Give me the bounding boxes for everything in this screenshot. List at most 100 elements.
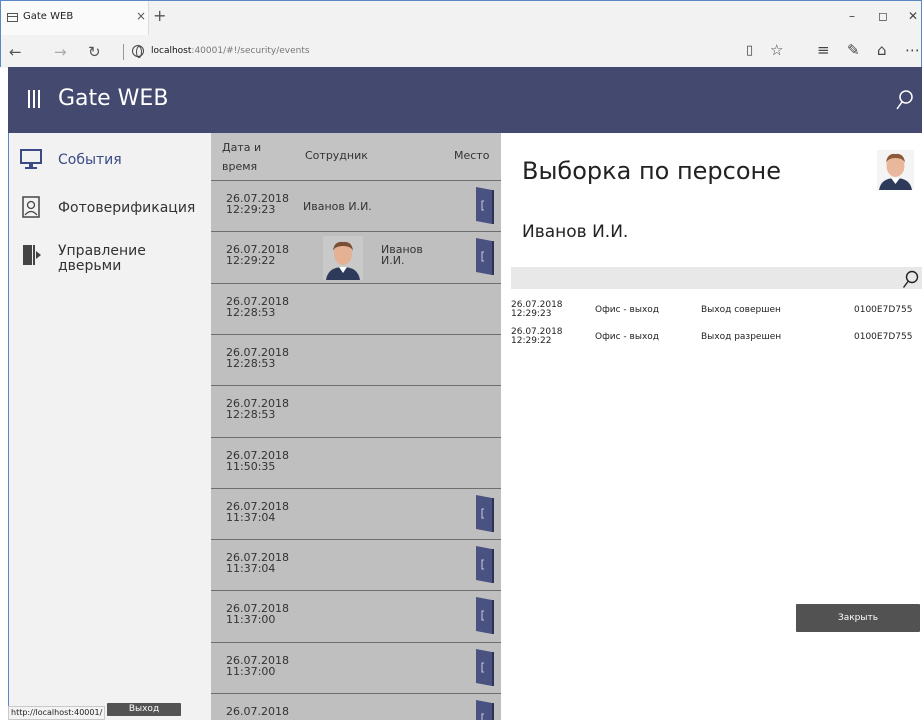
event-place: Офис - выход: [595, 305, 660, 315]
event-time: 11:37:00: [226, 664, 276, 678]
event-datetime: 26.07.2018 11:37:00: [226, 655, 306, 677]
event-status: Выход разрешен: [701, 332, 782, 342]
column-header-employee[interactable]: Сотрудник: [305, 149, 368, 162]
table-row[interactable]: 26.07.2018 12:29:22 Офис - выход Выход разр…: [511, 328, 922, 352]
tab-close-icon[interactable]: ×: [136, 9, 146, 23]
event-time: 11:37:00: [226, 613, 276, 627]
sidebar-item-label: События: [58, 152, 122, 168]
web-note-icon[interactable]: ✎: [847, 41, 860, 59]
event-datetime: 26.07.2018 11:37:04: [226, 552, 306, 574]
close-window-icon[interactable]: ✕: [908, 9, 918, 23]
person-name: Иванов И.И.: [522, 222, 629, 242]
door-icon: [476, 648, 494, 686]
app-title: Gate WEB: [58, 86, 169, 111]
url-path: :40001/#!/security/events: [191, 46, 310, 56]
event-datetime: 26.07.2018 12:28:53: [226, 296, 306, 318]
door-control-icon: [23, 245, 41, 265]
event-time: 12:29:22: [511, 336, 552, 346]
table-row[interactable]: 26.07.2018 11:50:35: [211, 436, 501, 489]
tab-title: Gate WEB: [23, 11, 74, 22]
event-datetime: 26.07.2018 12:29:22: [511, 328, 571, 346]
event-date: 26.07.2018: [226, 294, 289, 308]
event-time: 12:29:22: [226, 254, 276, 268]
events-list: Дата и время Сотрудник Место 26.07.2018 1…: [211, 133, 501, 720]
event-datetime: 26.07.2018 11:37:04: [226, 501, 306, 523]
photo-verification-icon: [22, 196, 40, 218]
table-row[interactable]: 26.07.2018 11:37:04: [211, 487, 501, 540]
event-datetime: 26.07.2018 12:29:23: [511, 301, 571, 319]
table-row[interactable]: 26.07.2018 11:37:00: [211, 590, 501, 643]
panel-search-input[interactable]: [511, 267, 922, 289]
minimize-icon[interactable]: –: [849, 9, 855, 23]
table-row[interactable]: 26.07.2018 12:29:23 Иванов И.И.: [211, 180, 501, 232]
address-input[interactable]: localhost:40001/#!/security/events: [151, 46, 310, 56]
avatar: [877, 150, 914, 190]
sidebar-item-photoverification[interactable]: Фотоверификация: [9, 191, 212, 231]
app-header: Gate WEB: [8, 67, 922, 133]
search-icon[interactable]: [896, 89, 914, 111]
door-icon: [476, 187, 494, 224]
page-icon: [7, 13, 18, 22]
forward-icon[interactable]: →: [54, 43, 67, 61]
column-header-date[interactable]: Дата и время: [222, 138, 282, 176]
close-button[interactable]: Закрыть: [796, 604, 920, 632]
event-time: 11:37:04: [226, 510, 276, 524]
menu-icon[interactable]: [28, 90, 40, 108]
event-time: 11:37:04: [226, 562, 276, 576]
event-time: 11:50:35: [226, 459, 276, 473]
hub-icon[interactable]: ≡: [817, 41, 830, 59]
sidebar: События Фотоверификация Управление дверь…: [8, 133, 211, 720]
events-table-header: Дата и время Сотрудник Место: [211, 133, 501, 180]
table-row[interactable]: 26.07.2018 12:29:22 Иванов И.И.: [211, 231, 501, 284]
more-icon[interactable]: ⋯: [905, 41, 920, 59]
event-datetime: 26.07.2018 11:37:00: [226, 603, 306, 625]
share-icon[interactable]: ⌂: [877, 41, 887, 59]
event-card-id: 0100E7D755: [854, 305, 913, 315]
back-icon[interactable]: ←: [9, 43, 22, 61]
table-row[interactable]: 26.07.2018 11:37:04: [211, 539, 501, 592]
table-row[interactable]: 26.07.2018 12:28:53: [211, 282, 501, 335]
table-row[interactable]: 26.07.2018 12:28:53: [211, 385, 501, 438]
door-icon: [476, 494, 494, 532]
event-place: Офис - выход: [595, 332, 660, 342]
browser-chrome: Gate WEB × + – ◻ ✕ ← → ↻ localhost:40001…: [0, 0, 922, 68]
event-status: Выход совершен: [701, 305, 781, 315]
event-time: 12:29:23: [511, 309, 552, 319]
reading-view-icon[interactable]: ▯: [746, 43, 753, 58]
event-employee: Иванов И.И.: [303, 200, 372, 213]
column-header-place[interactable]: Место: [454, 149, 489, 162]
refresh-icon[interactable]: ↻: [88, 43, 101, 61]
favorite-star-icon[interactable]: ☆: [770, 41, 783, 59]
event-time: 12:28:53: [226, 305, 276, 319]
sidebar-item-door-control[interactable]: Управление дверьми: [9, 239, 212, 279]
address-separator: [123, 44, 124, 60]
browser-tab[interactable]: Gate WEB ×: [1, 1, 149, 35]
event-datetime: 26.07.2018: [226, 706, 306, 717]
event-datetime: 26.07.2018 11:50:35: [226, 450, 306, 472]
logout-button[interactable]: Выход: [107, 703, 181, 716]
address-bar-row: ← → ↻ localhost:40001/#!/security/events…: [1, 35, 921, 68]
table-row[interactable]: 26.07.2018 11:37:00: [211, 641, 501, 694]
event-datetime: 26.07.2018 12:29:23: [226, 193, 306, 215]
event-date: 26.07.2018: [226, 705, 289, 718]
sidebar-item-events[interactable]: События: [9, 143, 212, 183]
search-icon[interactable]: [902, 269, 920, 289]
table-row[interactable]: 26.07.2018 12:29:23 Офис - выход Выход сове…: [511, 301, 922, 325]
table-row[interactable]: 26.07.2018: [211, 693, 501, 720]
event-employee: Иванов И.И.: [381, 243, 423, 268]
monitor-icon: [20, 149, 42, 169]
event-time: 12:28:53: [226, 356, 276, 370]
new-tab-icon[interactable]: +: [153, 6, 166, 25]
sidebar-item-label: Фотоверификация: [58, 200, 196, 216]
event-datetime: 26.07.2018 12:29:22: [226, 244, 306, 266]
event-datetime: 26.07.2018 12:28:53: [226, 347, 306, 369]
panel-title: Выборка по персоне: [522, 157, 781, 185]
maximize-icon[interactable]: ◻: [878, 9, 888, 23]
employee-photo: [323, 236, 363, 281]
status-url: http://localhost:40001/: [8, 706, 105, 720]
event-time: 12:29:23: [226, 203, 276, 216]
event-date: 26.07.2018: [226, 448, 289, 462]
door-icon: [476, 700, 494, 720]
door-icon: [476, 238, 494, 276]
table-row[interactable]: 26.07.2018 12:28:53: [211, 333, 501, 386]
